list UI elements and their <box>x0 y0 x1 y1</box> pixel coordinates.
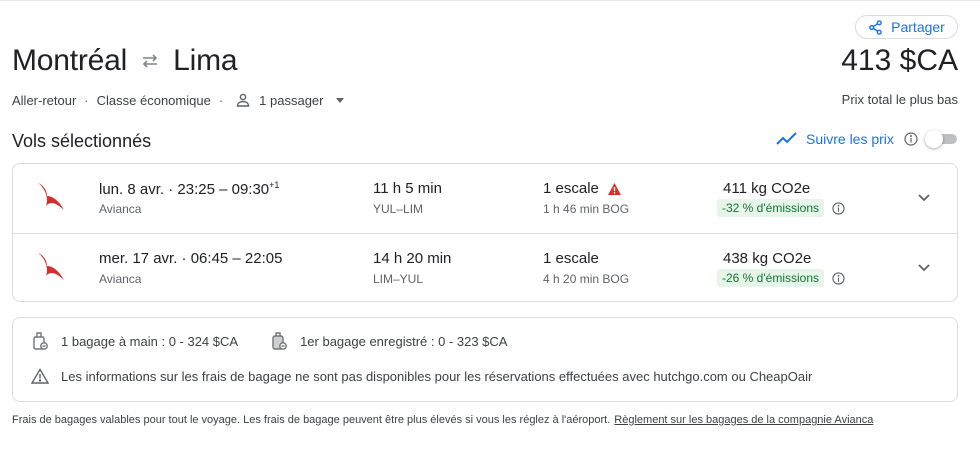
share-label: Partager <box>891 19 945 35</box>
day-offset: +1 <box>269 180 280 190</box>
chevron-down-icon[interactable] <box>915 188 933 206</box>
person-icon <box>236 93 250 107</box>
co2-emissions: 438 kg CO2e <box>723 250 812 267</box>
share-button[interactable]: Partager <box>855 15 958 39</box>
trend-icon <box>776 132 797 145</box>
airline-logo <box>38 183 64 210</box>
footer-text: Frais de bagages valables pour tout le v… <box>12 414 611 426</box>
flight-row-outbound[interactable]: lun. 8 avr. · 23:25 – 09:30+1 Avianca 11… <box>13 164 957 233</box>
info-icon[interactable] <box>904 132 918 146</box>
emissions-percent: -32 % d'émissions <box>717 199 824 217</box>
track-prices-label: Suivre les prix <box>806 131 894 147</box>
price-label: Prix total le plus bas <box>841 92 958 107</box>
toggle-knob <box>925 130 943 148</box>
trip-type: Aller-retour <box>12 92 77 108</box>
passenger-selector[interactable]: 1 passager <box>231 92 344 108</box>
chevron-down-icon[interactable] <box>915 258 933 276</box>
route-title: Montréal Lima <box>12 44 238 78</box>
co2-emissions: 411 kg CO2e <box>723 180 811 197</box>
departure-date: lun. 8 avr. <box>99 181 165 198</box>
baggage-notice-text: Les informations sur les frais de bagage… <box>61 368 813 384</box>
track-prices-toggle[interactable] <box>925 130 959 148</box>
emissions-badge: -26 % d'émissions <box>717 269 845 287</box>
separator-dot: · <box>84 92 89 108</box>
flight-row-return[interactable]: mer. 17 avr. · 06:45 – 22:05 Avianca 14 … <box>13 233 957 302</box>
flight-duration: 11 h 5 min <box>373 180 442 197</box>
flight-times: 06:45 – 22:05 <box>190 250 283 267</box>
track-prices[interactable]: Suivre les prix <box>776 131 918 147</box>
route-codes: YUL–LIM <box>373 202 424 216</box>
footer-note: Frais de bagages valables pour tout le v… <box>12 414 873 426</box>
layover: 1 h 46 min BOG <box>543 202 630 216</box>
warning-icon <box>607 182 621 195</box>
checked-bag-fee: 1er bagage enregistré : 0 - 323 $CA <box>300 333 508 349</box>
emissions-badge: -32 % d'émissions <box>717 199 845 217</box>
stops: 1 escale <box>543 250 599 267</box>
passenger-count: 1 passager <box>259 92 324 108</box>
airline-name: Avianca <box>99 272 142 286</box>
swap-arrows-icon <box>142 54 158 68</box>
airline-logo <box>38 253 64 280</box>
info-icon[interactable] <box>832 271 845 285</box>
emissions-percent: -26 % d'émissions <box>717 269 824 287</box>
baggage-info: 1 bagage à main : 0 - 324 $CA 1er bagage… <box>12 317 958 402</box>
caret-down-icon <box>335 97 344 103</box>
baggage-fees: 1 bagage à main : 0 - 324 $CA 1er bagage… <box>31 331 507 351</box>
separator-dot: · <box>181 250 191 267</box>
flight-duration: 14 h 20 min <box>373 250 452 267</box>
trip-summary: Aller-retour · Classe économique · 1 pas… <box>12 92 344 108</box>
stops-count: 1 escale <box>543 250 599 267</box>
warning-icon <box>31 368 49 384</box>
departure-date-time: mer. 17 avr. · 06:45 – 22:05 <box>99 250 282 267</box>
carry-on-fee: 1 bagage à main : 0 - 324 $CA <box>61 333 239 349</box>
top-divider <box>0 0 980 1</box>
departure-date-time: lun. 8 avr. · 23:25 – 09:30+1 <box>99 180 279 198</box>
separator-dot: · <box>168 181 178 198</box>
origin-city: Montréal <box>12 44 128 77</box>
route-codes: LIM–YUL <box>373 272 424 286</box>
share-icon <box>869 19 882 35</box>
total-price: 413 $CA <box>841 44 958 77</box>
separator-dot: · <box>218 92 224 108</box>
baggage-notice: Les informations sur les frais de bagage… <box>31 368 812 384</box>
stops: 1 escale <box>543 180 622 197</box>
info-icon[interactable] <box>832 201 845 215</box>
departure-date: mer. 17 avr. <box>99 250 178 267</box>
stops-count: 1 escale <box>543 180 599 197</box>
destination-city: Lima <box>173 44 238 77</box>
selected-flights-title: Vols sélectionnés <box>12 131 152 151</box>
flights-card: lun. 8 avr. · 23:25 – 09:30+1 Avianca 11… <box>12 163 958 302</box>
flight-times: 23:25 – 09:30 <box>177 181 270 198</box>
baggage-policy-link[interactable]: Règlement sur les bagages de la compagni… <box>614 414 873 426</box>
cabin-class: Classe économique <box>96 92 211 108</box>
layover: 4 h 20 min BOG <box>543 272 630 286</box>
checked-bag-icon <box>272 332 287 350</box>
carry-on-bag-icon <box>33 332 48 350</box>
airline-name: Avianca <box>99 202 142 216</box>
